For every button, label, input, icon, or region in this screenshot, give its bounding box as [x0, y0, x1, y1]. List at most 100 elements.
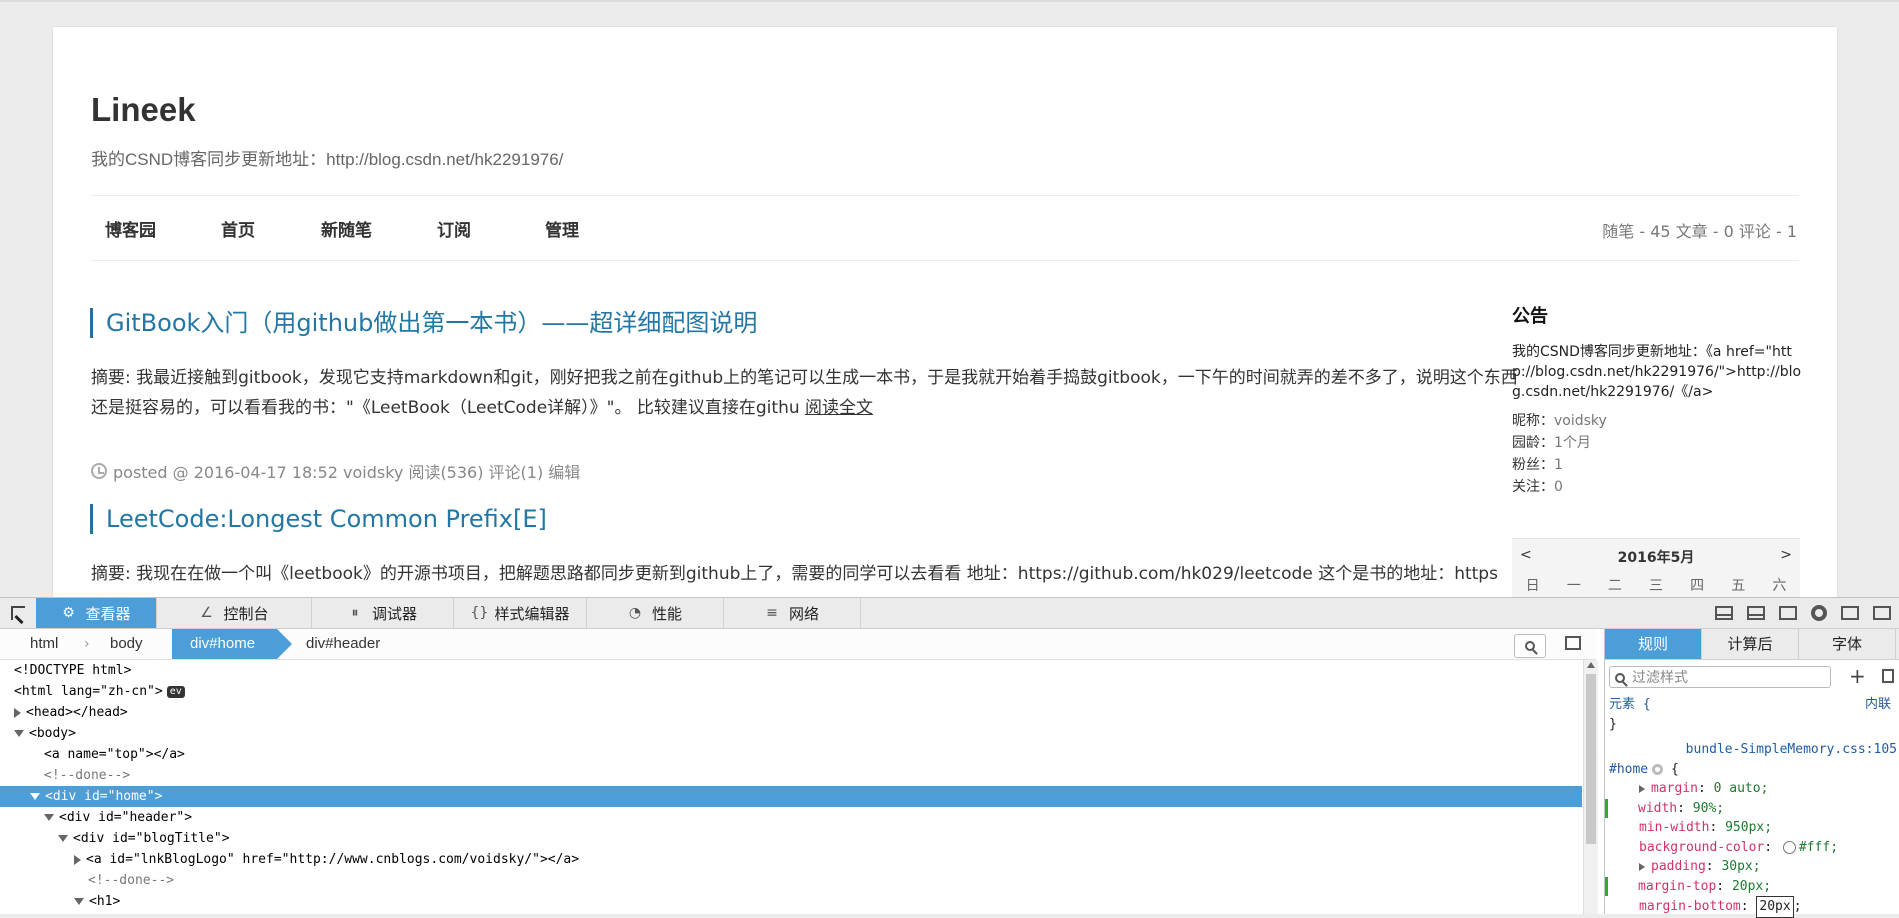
- css-property[interactable]: margin-top: [1638, 879, 1716, 894]
- event-badge[interactable]: ev: [166, 685, 185, 698]
- css-value[interactable]: 0 auto;: [1714, 781, 1769, 796]
- color-swatch-icon[interactable]: [1782, 840, 1796, 854]
- collapse-arrow-icon[interactable]: [14, 730, 24, 737]
- css-property[interactable]: margin: [1651, 781, 1698, 796]
- css-declaration[interactable]: width: 90%;: [1605, 798, 1897, 818]
- markup-line[interactable]: <body>: [0, 723, 1582, 744]
- expand-shorthand-icon[interactable]: [1639, 784, 1645, 793]
- collapse-arrow-icon[interactable]: [30, 793, 40, 800]
- css-property[interactable]: min-width: [1639, 820, 1709, 835]
- nav-link-new-post[interactable]: 新随笔: [321, 216, 372, 241]
- css-declaration[interactable]: margin: 0 auto;: [1609, 779, 1897, 799]
- nav-link-cnblogs[interactable]: 博客园: [105, 216, 156, 241]
- selector-highlighter-icon[interactable]: [1652, 763, 1664, 775]
- expand-arrow-icon[interactable]: [14, 707, 21, 718]
- markup-line[interactable]: <!--done-->: [0, 870, 1582, 891]
- css-declaration[interactable]: margin-top: 20px;: [1605, 876, 1897, 896]
- element-picker-button[interactable]: [0, 598, 35, 628]
- breadcrumb-div-header[interactable]: div#header: [306, 629, 380, 659]
- toggle-sidebar-icon[interactable]: [1565, 636, 1581, 650]
- responsive-design-icon[interactable]: [1779, 606, 1797, 620]
- stylesheet-source-link[interactable]: bundle-SimpleMemory.css:105: [1686, 740, 1897, 760]
- element-rule[interactable]: 元素 {内联: [1609, 695, 1897, 715]
- following-link[interactable]: 0: [1554, 479, 1563, 495]
- markup-line-selected[interactable]: <div id="home">: [0, 786, 1582, 807]
- tab-inspector[interactable]: ⚙ 查看器: [36, 598, 157, 628]
- scroll-up-icon[interactable]: [1587, 662, 1595, 668]
- markup-line[interactable]: <head></head>: [0, 702, 1582, 723]
- nav-link-subscribe[interactable]: 订阅: [437, 216, 471, 241]
- undock-window-icon[interactable]: [1873, 606, 1891, 620]
- dock-side-icon[interactable]: [1841, 606, 1859, 620]
- css-value[interactable]: 90%;: [1693, 801, 1724, 816]
- followers-link[interactable]: 1: [1554, 457, 1563, 473]
- split-console-icon[interactable]: [1747, 606, 1765, 620]
- layout-icon[interactable]: [1715, 606, 1733, 620]
- css-declaration[interactable]: background-color: #fff;: [1609, 838, 1897, 858]
- markup-line[interactable]: <a id="lnkBlogLogo" href="http://www.cnb…: [0, 849, 1582, 870]
- open-brace: {: [1670, 761, 1679, 777]
- expand-arrow-icon[interactable]: [74, 854, 81, 865]
- tab-debugger[interactable]: ⏸ 调试器: [312, 598, 454, 628]
- css-value[interactable]: #fff;: [1799, 840, 1838, 855]
- expand-shorthand-icon[interactable]: [1639, 862, 1645, 871]
- breadcrumb-html[interactable]: html: [30, 629, 58, 659]
- blog-title[interactable]: Lineek: [91, 91, 196, 129]
- collapse-arrow-icon[interactable]: [44, 814, 54, 821]
- read-more-link[interactable]: 阅读全文: [805, 398, 873, 418]
- age-link[interactable]: 1个月: [1554, 435, 1591, 451]
- calendar-next-button[interactable]: >: [1780, 547, 1792, 567]
- print-media-icon[interactable]: [1882, 669, 1894, 683]
- rules-sidebar: 规则 计算后 字体 过滤样式 + 元素 {内联 } bundle-SimpleM…: [1604, 629, 1899, 918]
- markup-line[interactable]: <h1>: [0, 891, 1582, 912]
- tab-style-editor[interactable]: {} 样式编辑器: [454, 598, 587, 628]
- tab-console[interactable]: ∠ 控制台: [157, 598, 312, 628]
- calendar-prev-button[interactable]: <: [1520, 547, 1532, 567]
- tab-computed[interactable]: 计算后: [1702, 629, 1799, 659]
- markup-search-button[interactable]: [1514, 634, 1546, 658]
- css-property[interactable]: width: [1638, 801, 1677, 816]
- css-value-editor[interactable]: 20px: [1756, 896, 1794, 918]
- comment-node: <!--done-->: [44, 768, 131, 783]
- css-value[interactable]: 30px;: [1721, 859, 1760, 874]
- post-title-1[interactable]: GitBook入门（用github做出第一本书）——超详细配图说明: [90, 308, 757, 338]
- css-property[interactable]: background-color: [1639, 840, 1764, 855]
- markup-line[interactable]: <html lang="zh-cn"> ev: [0, 681, 1582, 702]
- doctype-node: <!DOCTYPE html>: [14, 663, 132, 678]
- nav-link-home[interactable]: 首页: [221, 216, 255, 241]
- collapse-arrow-icon[interactable]: [74, 898, 84, 905]
- nav-link-manage[interactable]: 管理: [545, 216, 579, 241]
- breadcrumb-div-home[interactable]: div#home: [172, 629, 293, 659]
- notice-text: 我的CSND博客同步更新地址：《a href="http://blog.csdn…: [1512, 344, 1802, 400]
- css-property[interactable]: margin-bottom: [1639, 899, 1741, 914]
- css-property[interactable]: padding: [1651, 859, 1706, 874]
- markup-line[interactable]: <!--done-->: [0, 765, 1582, 786]
- home-rule-selector[interactable]: #home {: [1609, 760, 1897, 780]
- markup-line[interactable]: <div id="header">: [0, 807, 1582, 828]
- tab-fonts[interactable]: 字体: [1799, 629, 1896, 659]
- collapse-arrow-icon[interactable]: [58, 835, 68, 842]
- css-declaration[interactable]: min-width: 950px;: [1609, 818, 1897, 838]
- post-title-2[interactable]: LeetCode:Longest Common Prefix[E]: [90, 504, 547, 534]
- breadcrumb-body[interactable]: body: [110, 629, 143, 659]
- settings-gear-icon[interactable]: [1811, 605, 1827, 621]
- css-value[interactable]: 20px;: [1732, 879, 1771, 894]
- filter-styles-input[interactable]: 过滤样式: [1609, 666, 1831, 688]
- add-rule-icon[interactable]: +: [1849, 665, 1866, 687]
- search-icon: [1615, 673, 1625, 683]
- nickname-link[interactable]: voidsky: [1554, 413, 1607, 429]
- tab-network[interactable]: ≡ 网络: [724, 598, 861, 628]
- markup-scrollbar[interactable]: [1583, 660, 1598, 914]
- markup-line[interactable]: <div id="blogTitle">: [0, 828, 1582, 849]
- weekday: 一: [1566, 578, 1581, 594]
- inline-source-link[interactable]: 内联: [1865, 695, 1891, 715]
- clock-icon: [91, 463, 107, 479]
- tab-performance[interactable]: ◔ 性能: [587, 598, 724, 628]
- markup-line[interactable]: <a name="top"></a>: [0, 744, 1582, 765]
- markup-line[interactable]: <!DOCTYPE html>: [0, 660, 1582, 681]
- css-declaration[interactable]: padding: 30px;: [1609, 857, 1897, 877]
- followers-label: 粉丝：: [1512, 457, 1554, 473]
- css-value[interactable]: 950px;: [1725, 820, 1772, 835]
- tab-rules[interactable]: 规则: [1605, 629, 1702, 659]
- scrollbar-thumb[interactable]: [1586, 674, 1596, 844]
